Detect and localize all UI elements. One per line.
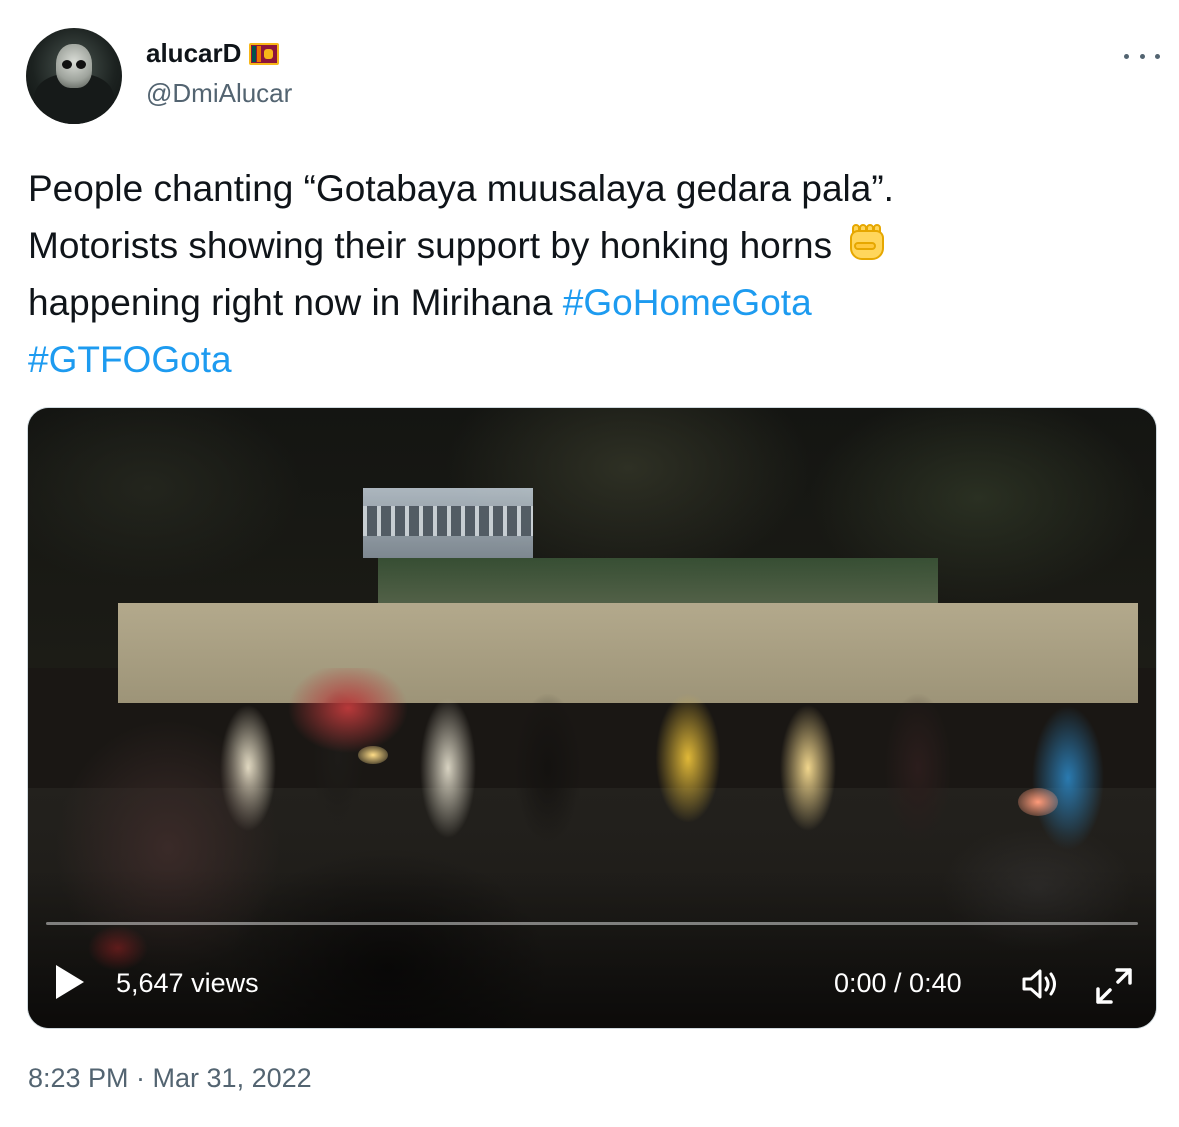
raised-fist-emoji-icon xyxy=(844,220,890,266)
tweet-text: People chanting “Gotabaya muusalaya geda… xyxy=(28,160,1158,388)
video-player[interactable]: 5,647 views 0:00 / 0:40 xyxy=(27,407,1157,1029)
volume-icon[interactable] xyxy=(1020,966,1062,1002)
sri-lanka-flag-icon xyxy=(249,42,280,65)
tweet-line-3: happening right now in Mirihana xyxy=(28,282,553,323)
avatar-eye xyxy=(76,60,86,69)
play-icon[interactable] xyxy=(56,965,84,999)
video-frame xyxy=(28,408,1156,1028)
hashtag-link[interactable]: #GoHomeGota xyxy=(563,282,812,323)
fullscreen-icon[interactable] xyxy=(1094,966,1134,1006)
tweet-line-1: People chanting “Gotabaya muusalaya geda… xyxy=(28,168,894,209)
display-name[interactable]: alucarD xyxy=(146,38,241,69)
tweet-line-2: Motorists showing their support by honki… xyxy=(28,225,833,266)
display-name-row[interactable]: alucarD xyxy=(146,38,280,69)
tweet-timestamp[interactable]: 8:23 PM · Mar 31, 2022 xyxy=(28,1063,312,1094)
video-controls: 5,647 views 0:00 / 0:40 xyxy=(28,948,1156,1018)
hashtag-link[interactable]: #GTFOGota xyxy=(28,339,232,380)
view-count: 5,647 views xyxy=(116,968,259,998)
user-avatar[interactable] xyxy=(26,28,122,124)
more-options-icon[interactable] xyxy=(1124,44,1160,68)
video-time: 0:00 / 0:40 xyxy=(834,968,962,998)
video-progress-bar[interactable] xyxy=(46,922,1138,925)
avatar-eye xyxy=(62,60,72,69)
user-handle[interactable]: @DmiAlucar xyxy=(146,78,292,109)
